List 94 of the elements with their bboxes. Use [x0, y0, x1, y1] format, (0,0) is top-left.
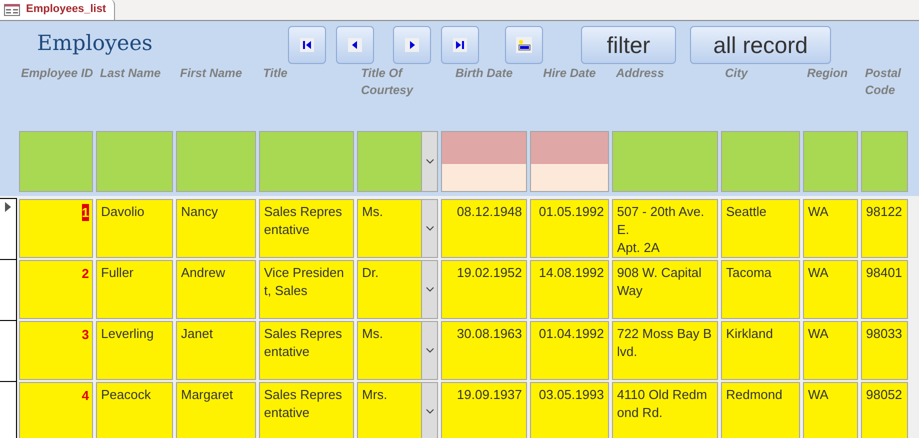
table-cell: Andrew: [181, 264, 226, 282]
caret-icon: [426, 226, 434, 231]
table-cell: Redmond: [726, 386, 782, 404]
nav-button[interactable]: [505, 26, 543, 64]
dropdown-button[interactable]: [421, 200, 437, 257]
dropdown-button[interactable]: [421, 132, 437, 191]
table-cell: 98122: [866, 203, 902, 221]
combo-field[interactable]: Dr.: [357, 260, 438, 319]
table-cell-text: Sales Representative: [264, 203, 344, 239]
column-header: Postal Code: [864, 65, 902, 99]
table-cell: 98033: [866, 325, 902, 343]
table-cell: 01.04.1992: [538, 325, 604, 343]
table-cell: Margaret: [181, 386, 234, 404]
filter-field[interactable]: [530, 131, 609, 192]
record-selector[interactable]: [0, 320, 17, 381]
record-selector[interactable]: [0, 198, 17, 259]
previous-record-icon: [348, 38, 362, 52]
column-header: Region: [806, 65, 849, 82]
table-cell: Davolio: [101, 203, 144, 221]
filter-field[interactable]: [721, 131, 800, 192]
column-header: Birth Date: [455, 65, 513, 82]
table-cell: Janet: [181, 325, 213, 343]
table-cell-text: 4110 Old Redmond Rd.: [617, 386, 708, 422]
dropdown-button[interactable]: [421, 322, 437, 379]
filter-field[interactable]: [19, 131, 93, 192]
dropdown-button[interactable]: [421, 383, 437, 438]
table-cell: Tacoma: [726, 264, 772, 282]
table-cell: 3: [82, 326, 89, 343]
table-cell: Fuller: [101, 264, 134, 282]
column-header: Last Name: [99, 65, 162, 82]
table-cell-text: Vice President, Sales: [264, 264, 345, 300]
table-cell: Nancy: [181, 203, 218, 221]
current-record-icon: [5, 202, 11, 212]
table-cell: 14.08.1992: [538, 264, 604, 282]
table-cell: 08.12.1948: [456, 203, 522, 221]
filter-field[interactable]: [441, 131, 527, 192]
table-cell: 19.02.1952: [456, 264, 522, 282]
table-cell: 2: [82, 265, 89, 282]
column-header: Hire Date: [543, 65, 596, 82]
table-cell: 03.05.1993: [538, 386, 604, 404]
filter-field[interactable]: [861, 131, 908, 192]
caret-icon: [426, 348, 434, 353]
filter-field[interactable]: [259, 131, 354, 192]
table-cell: 98052: [866, 386, 902, 404]
table-cell: 1: [82, 204, 89, 221]
table-cell: 98401: [866, 264, 902, 282]
filter-field[interactable]: [357, 131, 438, 192]
filter-field[interactable]: [96, 131, 173, 192]
filter-field[interactable]: [612, 131, 718, 192]
filter-field[interactable]: [803, 131, 858, 192]
table-cell-text: 507 - 20th Ave. E. Apt. 2A: [617, 203, 706, 257]
table-cell: Seattle: [726, 203, 766, 221]
table-cell: Leverling: [101, 325, 154, 343]
filter-button[interactable]: filter: [581, 26, 676, 64]
form-tab[interactable]: Employees_list: [0, 0, 116, 20]
caret-icon: [426, 287, 434, 292]
table-cell: 19.09.1937: [456, 386, 522, 404]
nav-button[interactable]: [288, 26, 326, 64]
column-header: First Name: [179, 65, 244, 82]
first-record-icon: [300, 38, 314, 52]
combo-field[interactable]: Ms.: [357, 321, 438, 380]
table-cell: WA: [808, 386, 828, 404]
dropdown-button[interactable]: [421, 261, 437, 318]
table-cell: Peacock: [101, 386, 151, 404]
nav-button[interactable]: [441, 26, 479, 64]
caret-icon: [426, 159, 434, 164]
column-header: Employee ID: [20, 65, 93, 82]
form-icon: [4, 4, 20, 16]
caret-icon: [426, 409, 434, 414]
all-records-button[interactable]: all record: [690, 26, 831, 64]
table-cell: WA: [808, 264, 828, 282]
last-record-icon: [453, 38, 467, 52]
table-cell: 01.05.1992: [538, 203, 604, 221]
table-cell: WA: [808, 325, 828, 343]
table-cell: WA: [808, 203, 828, 221]
column-header: Address: [614, 65, 666, 82]
table-cell-text: Sales Representative: [264, 325, 344, 361]
form-title: Employees: [37, 30, 154, 57]
table-cell: 4: [82, 387, 89, 404]
column-header: Title: [262, 65, 288, 82]
column-header: Title Of Courtesy: [360, 65, 414, 99]
filter-field[interactable]: [176, 131, 256, 192]
new-record-icon: [516, 37, 532, 53]
record-selector[interactable]: [0, 381, 17, 438]
table-cell: 722 Moss Bay Blvd.: [617, 325, 713, 361]
record-selector[interactable]: [0, 259, 17, 320]
combo-field[interactable]: Ms.: [357, 199, 438, 258]
table-cell: Kirkland: [726, 325, 773, 343]
table-cell: 30.08.1963: [456, 325, 522, 343]
combo-field[interactable]: Mrs.: [357, 382, 438, 438]
table-cell-text: 908 W. Capital Way: [617, 264, 703, 300]
column-header: City: [724, 65, 749, 82]
table-cell-text: Sales Representative: [264, 386, 344, 422]
next-record-icon: [405, 38, 419, 52]
